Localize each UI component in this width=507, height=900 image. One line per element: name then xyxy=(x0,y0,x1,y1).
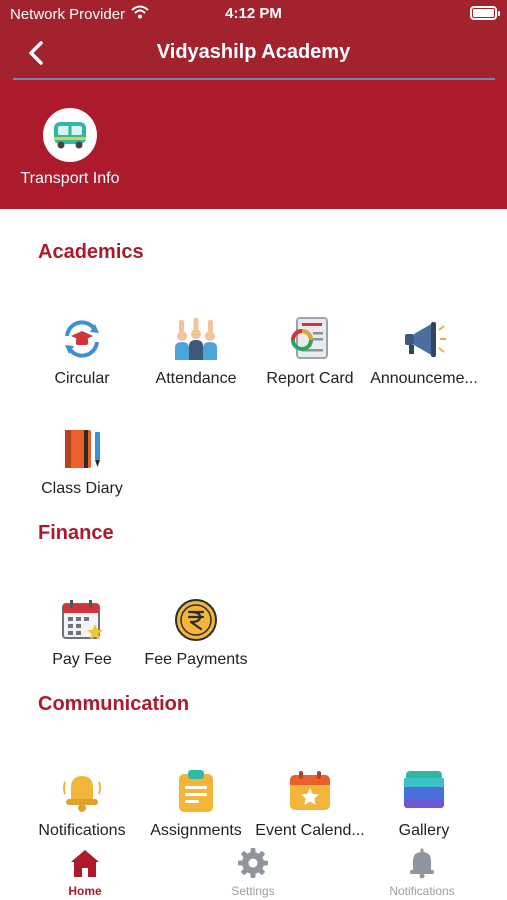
tab-label: Notifications xyxy=(389,884,455,898)
page-title: Vidyashilp Academy xyxy=(156,41,351,63)
section-title-finance: Finance xyxy=(38,522,114,544)
tab-label: Home xyxy=(68,884,102,898)
gallery-icon xyxy=(401,768,447,814)
rupee-coin-icon xyxy=(173,597,219,643)
tile-pay-fee[interactable]: Pay Fee xyxy=(25,597,139,669)
megaphone-icon xyxy=(401,316,447,362)
tile-event-calendar[interactable]: Event Calend... xyxy=(253,768,367,840)
tile-assignments[interactable]: Assignments xyxy=(139,768,253,840)
section-title-communication: Communication xyxy=(38,693,190,715)
transport-info-label: Transport Info xyxy=(20,170,120,187)
home-icon xyxy=(68,846,102,880)
battery-icon xyxy=(470,6,500,20)
tab-home[interactable]: Home xyxy=(25,846,145,898)
event-calendar-icon xyxy=(287,768,333,814)
bus-icon xyxy=(54,122,86,149)
tile-class-diary[interactable]: Class Diary xyxy=(25,426,139,498)
tab-notifications[interactable]: Notifications xyxy=(362,846,482,898)
tile-report-card[interactable]: Report Card xyxy=(253,316,367,388)
tile-label: Pay Fee xyxy=(52,651,112,668)
tile-fee-payments[interactable]: Fee Payments xyxy=(139,597,253,669)
tile-label: Announceme... xyxy=(370,370,478,387)
tile-label: Gallery xyxy=(398,822,450,839)
tile-label: Event Calend... xyxy=(255,822,365,839)
tile-circular[interactable]: Circular xyxy=(25,316,139,388)
bell-icon xyxy=(59,768,105,814)
transport-icon-circle xyxy=(43,108,97,162)
gear-icon xyxy=(236,846,270,880)
tile-label: Attendance xyxy=(155,370,237,387)
app-header: Network Provider 4:12 PM Vidyashilp Acad… xyxy=(0,0,507,80)
calendar-icon xyxy=(59,597,105,643)
section-title-academics: Academics xyxy=(38,241,144,263)
attendance-icon xyxy=(173,316,219,362)
tile-gallery[interactable]: Gallery xyxy=(367,768,481,840)
bell-icon xyxy=(405,846,439,880)
tab-settings[interactable]: Settings xyxy=(193,846,313,898)
tile-notifications[interactable]: Notifications xyxy=(25,768,139,840)
transport-info-button[interactable]: Transport Info xyxy=(14,108,126,188)
report-card-icon xyxy=(287,316,333,362)
nav-bar: Vidyashilp Academy xyxy=(0,28,507,78)
tab-label: Settings xyxy=(231,884,275,898)
tile-label: Notifications xyxy=(38,822,126,839)
clipboard-icon xyxy=(173,768,219,814)
diary-icon xyxy=(59,426,105,472)
tile-label: Report Card xyxy=(266,370,354,387)
tile-label: Circular xyxy=(54,370,110,387)
tile-announcements[interactable]: Announceme... xyxy=(367,316,481,388)
tile-label: Fee Payments xyxy=(144,651,248,668)
circular-icon xyxy=(59,316,105,362)
status-bar: Network Provider 4:12 PM xyxy=(0,0,507,28)
tile-label: Class Diary xyxy=(41,480,123,497)
status-time: 4:12 PM xyxy=(225,5,282,22)
tab-bar: Home Settings Notifications xyxy=(0,840,507,900)
tile-attendance[interactable]: Attendance xyxy=(139,316,253,388)
tile-label: Assignments xyxy=(150,822,242,839)
